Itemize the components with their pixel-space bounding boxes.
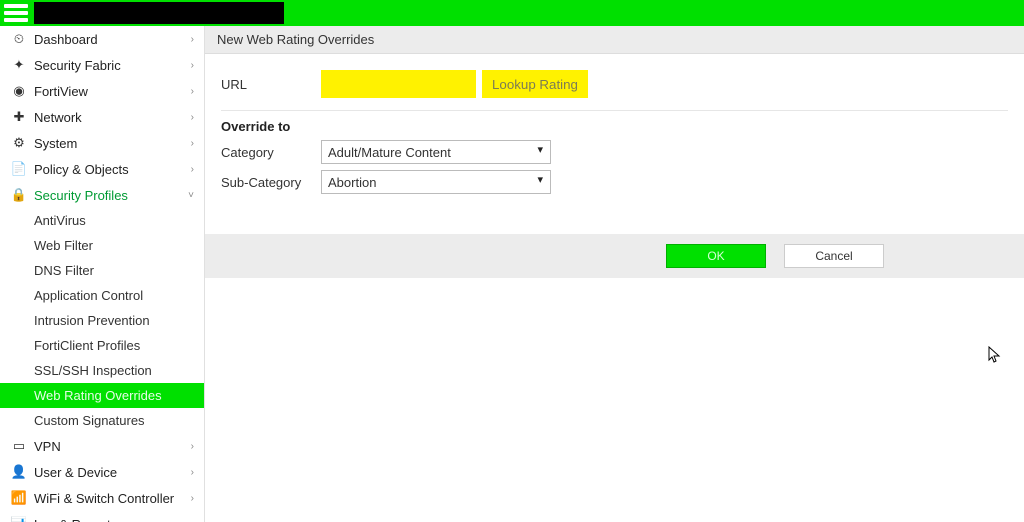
sidebar-item-log[interactable]: 📊 Log & Report › (0, 511, 204, 522)
chevron-icon: › (191, 112, 194, 123)
sidebar-item-label: User & Device (34, 465, 117, 480)
sidebar-item-fortiview[interactable]: ◉ FortiView › (0, 78, 204, 104)
sidebar-subitem-appcontrol[interactable]: Application Control (0, 283, 204, 308)
sidebar-item-vpn[interactable]: ▭ VPN › (0, 433, 204, 459)
chevron-icon: › (191, 138, 194, 149)
action-bar: OK Cancel (205, 234, 1024, 278)
sidebar-item-security-fabric[interactable]: ✦ Security Fabric › (0, 52, 204, 78)
subcategory-label: Sub-Category (221, 175, 321, 190)
chevron-icon: › (191, 86, 194, 97)
url-label: URL (221, 77, 321, 92)
lock-icon: 🔒 (10, 187, 28, 203)
user-icon: 👤 (10, 464, 28, 480)
sidebar-subitem-wro[interactable]: Web Rating Overrides (0, 383, 204, 408)
network-icon: ✚ (10, 109, 28, 125)
sidebar-item-label: Log & Report (34, 517, 111, 522)
policy-icon: 📄 (10, 161, 28, 177)
sidebar-item-label: WiFi & Switch Controller (34, 491, 174, 506)
category-label: Category (221, 145, 321, 160)
cancel-button[interactable]: Cancel (784, 244, 884, 268)
chevron-icon: › (191, 467, 194, 478)
sidebar-item-policy[interactable]: 📄 Policy & Objects › (0, 156, 204, 182)
main-pane: New Web Rating Overrides URL Lookup Rati… (205, 26, 1024, 278)
sidebar-item-label: Security Fabric (34, 58, 121, 73)
mouse-cursor-icon (988, 346, 1002, 364)
gauge-icon: ⏲ (10, 31, 28, 47)
sidebar-subitem-ssl[interactable]: SSL/SSH Inspection (0, 358, 204, 383)
sidebar-item-wifi[interactable]: 📶 WiFi & Switch Controller › (0, 485, 204, 511)
chevron-icon: › (191, 164, 194, 175)
sidebar-item-label: Network (34, 110, 82, 125)
chevron-icon: › (191, 519, 194, 522)
sidebar-item-label: Policy & Objects (34, 162, 129, 177)
sidebar-item-label: Security Profiles (34, 188, 128, 203)
sidebar: ⏲Dashboard›✦Security Fabric›◉FortiView›✚… (0, 26, 205, 522)
override-heading: Override to (221, 110, 1008, 134)
app-menu-icon[interactable] (4, 4, 28, 22)
redacted-title (34, 2, 284, 24)
chevron-icon: › (191, 60, 194, 71)
chevron-icon: ˅ (188, 190, 194, 201)
sidebar-item-security-profiles[interactable]: 🔒 Security Profiles ˅ (0, 182, 204, 208)
subcategory-select[interactable]: Abortion (321, 170, 551, 194)
sidebar-item-user[interactable]: 👤 User & Device › (0, 459, 204, 485)
sidebar-item-label: VPN (34, 439, 61, 454)
sidebar-subitem-webfilter[interactable]: Web Filter (0, 233, 204, 258)
ok-button[interactable]: OK (666, 244, 766, 268)
url-input[interactable] (321, 70, 476, 98)
sidebar-subitem-antivirus[interactable]: AntiVirus (0, 208, 204, 233)
pane-title: New Web Rating Overrides (205, 26, 1024, 54)
gear-icon: ⚙ (10, 135, 28, 151)
chevron-icon: › (191, 493, 194, 504)
fabric-icon: ✦ (10, 57, 28, 73)
sidebar-item-system[interactable]: ⚙ System › (0, 130, 204, 156)
sidebar-item-label: FortiView (34, 84, 88, 99)
sidebar-subitem-ips[interactable]: Intrusion Prevention (0, 308, 204, 333)
eye-icon: ◉ (10, 83, 28, 99)
chart-icon: 📊 (10, 516, 28, 522)
top-bar (0, 0, 1024, 26)
chevron-icon: › (191, 441, 194, 452)
sidebar-item-label: System (34, 136, 77, 151)
vpn-icon: ▭ (10, 438, 28, 454)
lookup-rating-button[interactable]: Lookup Rating (482, 70, 588, 98)
sidebar-item-network[interactable]: ✚ Network › (0, 104, 204, 130)
category-select[interactable]: Adult/Mature Content (321, 140, 551, 164)
wifi-icon: 📶 (10, 490, 28, 506)
sidebar-item-label: Dashboard (34, 32, 98, 47)
sidebar-subitem-custsig[interactable]: Custom Signatures (0, 408, 204, 433)
sidebar-subitem-forticlient[interactable]: FortiClient Profiles (0, 333, 204, 358)
sidebar-item-dashboard[interactable]: ⏲ Dashboard › (0, 26, 204, 52)
sidebar-subitem-dnsfilter[interactable]: DNS Filter (0, 258, 204, 283)
chevron-icon: › (191, 34, 194, 45)
